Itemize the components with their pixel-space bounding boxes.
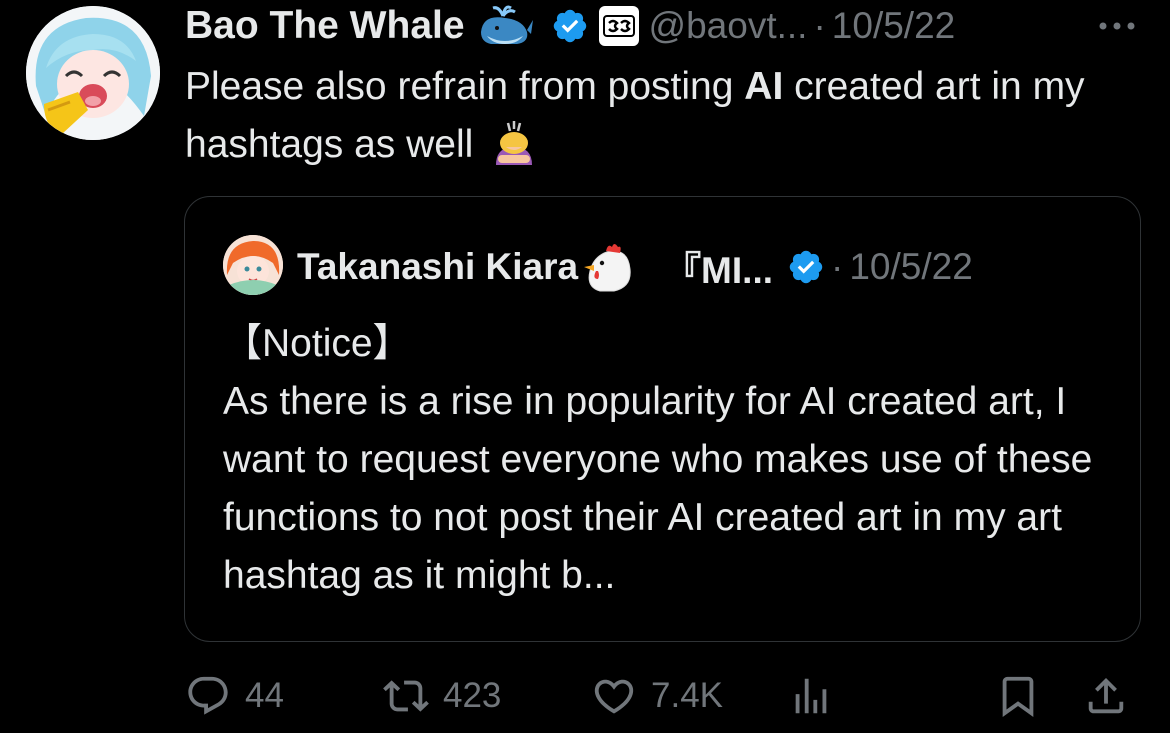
verified-badge-icon[interactable] bbox=[551, 7, 589, 45]
quote-text: 【Notice】 As there is a rise in popularit… bbox=[223, 315, 1113, 605]
quote-author-suffix[interactable]: 『MI... bbox=[664, 240, 773, 294]
retweet-icon bbox=[383, 680, 429, 712]
reply-button[interactable]: 44 bbox=[185, 668, 284, 724]
share-icon bbox=[1088, 677, 1124, 714]
action-bar: 44 423 7.4K bbox=[185, 668, 1135, 724]
tweet-header: Bao The Whale @baovt... · 10/5/22 bbox=[185, 0, 955, 52]
quote-date[interactable]: 10/5/22 bbox=[849, 246, 972, 288]
quote-avatar-illustration bbox=[223, 235, 283, 295]
retweet-button[interactable]: 423 bbox=[383, 668, 501, 724]
affiliate-logo-icon bbox=[602, 15, 635, 37]
tweet-text-bold: AI bbox=[744, 65, 784, 108]
tweet-text-part: Please also refrain from posting bbox=[185, 65, 745, 108]
quote-header: Takanashi Kiara 『MI... · 10/5/22 bbox=[297, 237, 973, 297]
quote-notice-line: 【Notice】 bbox=[223, 322, 412, 365]
like-button[interactable]: 7.4K bbox=[591, 668, 723, 724]
avatar-illustration bbox=[26, 6, 160, 140]
whale-emoji-icon bbox=[480, 5, 533, 44]
share-button[interactable] bbox=[1083, 668, 1129, 724]
author-avatar[interactable] bbox=[26, 6, 160, 140]
separator-dot: · bbox=[813, 5, 826, 46]
quote-author-avatar[interactable] bbox=[223, 235, 283, 295]
bookmark-button[interactable] bbox=[995, 668, 1041, 724]
quote-body: As there is a rise in popularity for AI … bbox=[223, 380, 1093, 597]
quote-author-name[interactable]: Takanashi Kiara bbox=[297, 246, 578, 288]
quote-separator-dot: · bbox=[831, 246, 844, 287]
views-chart-icon bbox=[795, 678, 827, 714]
retweet-count: 423 bbox=[443, 676, 502, 715]
like-count: 7.4K bbox=[651, 676, 723, 715]
tweet-text: Please also refrain from posting AI crea… bbox=[185, 58, 1125, 174]
author-name[interactable]: Bao The Whale bbox=[185, 4, 465, 48]
more-options-icon[interactable] bbox=[1094, 6, 1140, 46]
quote-verified-badge-icon[interactable] bbox=[787, 248, 825, 286]
author-handle[interactable]: @baovt... bbox=[649, 5, 808, 47]
heart-icon bbox=[594, 679, 634, 714]
quoted-tweet[interactable]: Takanashi Kiara 『MI... · 10/5/22 【Notice… bbox=[184, 196, 1141, 642]
reply-icon bbox=[188, 676, 228, 715]
person-bowing-emoji-icon bbox=[496, 121, 533, 165]
affiliation-badge-icon[interactable] bbox=[598, 6, 639, 46]
bookmark-icon bbox=[1002, 676, 1034, 717]
views-button[interactable] bbox=[788, 668, 834, 724]
chicken-emoji-icon bbox=[584, 244, 631, 292]
reply-count: 44 bbox=[245, 676, 284, 715]
tweet-date[interactable]: 10/5/22 bbox=[832, 5, 955, 47]
